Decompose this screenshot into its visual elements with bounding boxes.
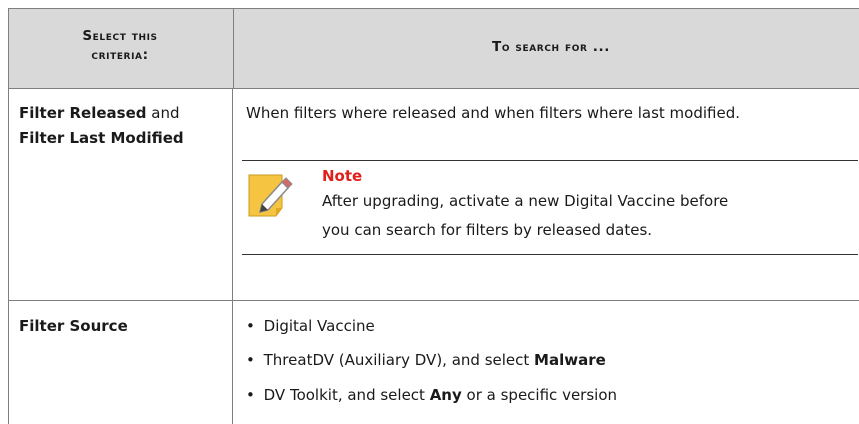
- row-divider: [8, 300, 859, 301]
- bullet-icon: •: [246, 351, 255, 369]
- table-left-border: [8, 88, 9, 424]
- bullet-icon: •: [246, 386, 255, 404]
- note-line1: After upgrading, activate a new Digital …: [322, 192, 729, 210]
- malware-label: Malware: [534, 351, 606, 369]
- row1-criteria-line2: Filter Last Modified: [19, 128, 184, 148]
- table-header: Select this criteria: To search for ...: [8, 8, 859, 89]
- row1-description: When filters where released and when fil…: [246, 104, 740, 122]
- bullet-item-2: • ThreatDV (Auxiliary DV), and select Ma…: [246, 350, 606, 370]
- note-line2: you can search for filters by released d…: [322, 221, 653, 239]
- note-top-rule: [242, 160, 858, 161]
- bullet-text-dv-toolkit: DV Toolkit, and select: [263, 386, 430, 404]
- bullet-icon: •: [246, 317, 255, 335]
- column-divider: [232, 88, 233, 424]
- filter-released-label: Filter Released: [19, 104, 147, 122]
- header-criteria-line1: Select this: [82, 28, 158, 44]
- note-pencil-icon: [246, 172, 294, 220]
- header-criteria-label: Select this criteria:: [8, 27, 232, 65]
- filter-last-modified-label: Filter Last Modified: [19, 129, 184, 147]
- row1-criteria-line1: Filter Released and: [19, 103, 180, 123]
- any-label: Any: [429, 386, 462, 404]
- filter-source-label: Filter Source: [19, 317, 128, 335]
- row2-criteria: Filter Source: [19, 316, 128, 336]
- note-title: Note: [322, 167, 363, 185]
- and-text: and: [146, 104, 180, 122]
- bullet-text-version: or a specific version: [461, 386, 618, 404]
- header-search-label: To search for ...: [492, 39, 610, 55]
- note-bottom-rule: [242, 254, 858, 255]
- bullet-text-digital-vaccine: Digital Vaccine: [263, 317, 375, 335]
- bullet-item-3: • DV Toolkit, and select Any or a specif…: [246, 385, 617, 405]
- bullet-item-1: • Digital Vaccine: [246, 316, 375, 336]
- bullet-text-threatdv: ThreatDV (Auxiliary DV), and select: [263, 351, 535, 369]
- header-criteria-line2: criteria:: [91, 47, 149, 63]
